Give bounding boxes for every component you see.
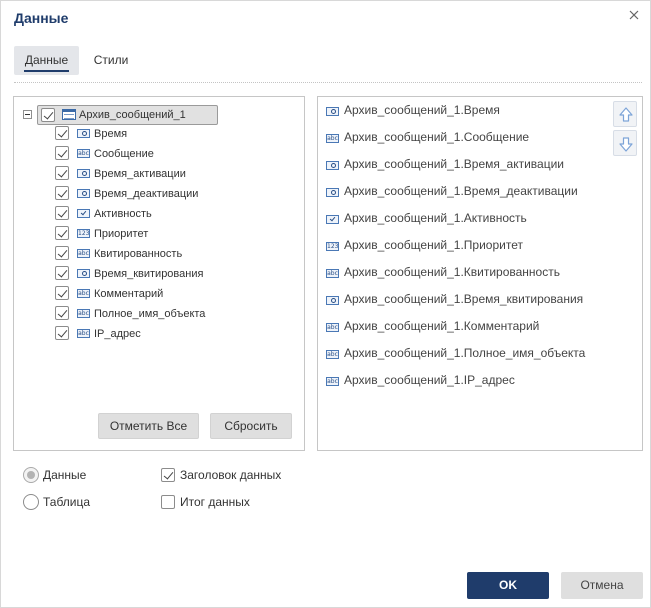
- text-type-icon: abc: [326, 269, 339, 278]
- clock-type-icon: [77, 189, 90, 198]
- tree-item-checkbox[interactable]: [55, 206, 69, 220]
- tree-item-checkbox[interactable]: [55, 286, 69, 300]
- tree-item-checkbox[interactable]: [55, 306, 69, 320]
- text-type-icon: abc: [326, 377, 339, 386]
- tab-styles-label: Стили: [93, 53, 129, 67]
- selected-field-row[interactable]: Архив_сообщений_1.Время_квитирования: [318, 292, 603, 312]
- selected-fields-panel: Архив_сообщений_1.Времяabc Архив_сообщени…: [317, 96, 643, 451]
- data-header-checkbox[interactable]: [161, 468, 175, 482]
- text-type-icon: abc: [77, 309, 90, 318]
- selected-field-label: Архив_сообщений_1.Время_деактивации: [344, 184, 578, 198]
- tree-item-label[interactable]: Квитированность: [94, 247, 182, 261]
- clock-type-icon: [77, 129, 90, 138]
- tree-root-checkbox[interactable]: [41, 108, 55, 122]
- selected-field-row[interactable]: abc Архив_сообщений_1.IP_адрес: [318, 373, 603, 393]
- collapse-icon[interactable]: [23, 110, 32, 119]
- source-tree-panel: Архив_сообщений_1 Время abc Сообщение Время…: [13, 96, 305, 451]
- selected-field-row[interactable]: Архив_сообщений_1.Время: [318, 103, 603, 123]
- text-type-icon: abc: [326, 323, 339, 332]
- clock-type-icon: [77, 169, 90, 178]
- number-type-icon: 123: [77, 229, 90, 238]
- move-up-button[interactable]: [613, 101, 637, 127]
- reset-button[interactable]: Сбросить: [210, 413, 292, 439]
- active-tab-underline: [24, 70, 69, 72]
- clock-type-icon: [326, 296, 339, 305]
- text-type-icon: abc: [326, 350, 339, 359]
- selected-field-row[interactable]: abc Архив_сообщений_1.Сообщение: [318, 130, 603, 150]
- data-total-checkbox[interactable]: [161, 495, 175, 509]
- tree-root-row[interactable]: Архив_сообщений_1: [37, 105, 218, 125]
- table-icon: [62, 109, 76, 120]
- tree-item-checkbox[interactable]: [55, 166, 69, 180]
- tree-item-label[interactable]: Время_активации: [94, 167, 186, 181]
- selected-field-label: Архив_сообщений_1.Время_активации: [344, 157, 565, 171]
- close-icon[interactable]: [626, 7, 642, 23]
- selected-field-row[interactable]: abc Архив_сообщений_1.Полное_имя_объекта: [318, 346, 603, 366]
- tree-item-checkbox[interactable]: [55, 226, 69, 240]
- radio-table-view[interactable]: [23, 494, 39, 510]
- selected-field-row[interactable]: Архив_сообщений_1.Время_активации: [318, 157, 603, 177]
- selected-field-label: Архив_сообщений_1.Приоритет: [344, 238, 523, 252]
- tree-item-checkbox[interactable]: [55, 126, 69, 140]
- tree-item-checkbox[interactable]: [55, 326, 69, 340]
- checkmark-type-icon: [77, 209, 90, 218]
- radio-data-view-label: Данные: [43, 468, 87, 482]
- tree-root-label: Архив_сообщений_1: [79, 109, 186, 121]
- tree-item-label[interactable]: Приоритет: [94, 227, 148, 241]
- selected-field-label: Архив_сообщений_1.Полное_имя_объекта: [344, 346, 586, 360]
- selected-field-label: Архив_сообщений_1.Время_квитирования: [344, 292, 584, 306]
- text-type-icon: abc: [326, 134, 339, 143]
- move-down-button[interactable]: [613, 130, 637, 156]
- number-type-icon: 123: [326, 242, 339, 251]
- clock-type-icon: [77, 269, 90, 278]
- text-type-icon: abc: [77, 149, 90, 158]
- arrow-down-icon: [619, 137, 633, 152]
- selected-field-label: Архив_сообщений_1.Время: [344, 103, 500, 117]
- radio-table-view-label: Таблица: [43, 495, 91, 509]
- dialog-title: Данные: [14, 10, 69, 26]
- selected-field-label: Архив_сообщений_1.Квитированность: [344, 265, 560, 279]
- selected-field-row[interactable]: Архив_сообщений_1.Время_деактивации: [318, 184, 603, 204]
- tree-item-label[interactable]: Время_квитирования: [94, 267, 203, 281]
- selected-field-label: Архив_сообщений_1.Комментарий: [344, 319, 540, 333]
- cancel-button[interactable]: Отмена: [561, 572, 643, 599]
- selected-field-label: Архив_сообщений_1.Сообщение: [344, 130, 530, 144]
- data-header-label: Заголовок данных: [180, 468, 282, 482]
- selected-field-row[interactable]: abc Архив_сообщений_1.Квитированность: [318, 265, 603, 285]
- tree-item-label[interactable]: Время_деактивации: [94, 187, 198, 201]
- data-total-label: Итог данных: [180, 495, 250, 509]
- tree-item-checkbox[interactable]: [55, 146, 69, 160]
- radio-data-view[interactable]: [23, 467, 39, 483]
- text-type-icon: abc: [77, 249, 90, 258]
- tab-data[interactable]: Данные: [14, 46, 79, 75]
- clock-type-icon: [326, 188, 339, 197]
- clock-type-icon: [326, 161, 339, 170]
- selected-field-label: Архив_сообщений_1.IP_адрес: [344, 373, 515, 387]
- selected-field-row[interactable]: 123 Архив_сообщений_1.Приоритет: [318, 238, 603, 258]
- arrow-up-icon: [619, 107, 633, 122]
- tab-divider: [14, 82, 642, 83]
- tree-item-checkbox[interactable]: [55, 246, 69, 260]
- tree-item-checkbox[interactable]: [55, 186, 69, 200]
- select-all-button[interactable]: Отметить Все: [98, 413, 199, 439]
- ok-button[interactable]: OK: [467, 572, 549, 599]
- selected-field-row[interactable]: abc Архив_сообщений_1.Комментарий: [318, 319, 603, 339]
- tree-item-label[interactable]: Время: [94, 127, 127, 141]
- tree-item-label[interactable]: Сообщение: [94, 147, 154, 161]
- data-dialog: Данные Данные Стили Архив_сообщений_1 Вр…: [0, 0, 651, 608]
- selected-field-label: Архив_сообщений_1.Активность: [344, 211, 527, 225]
- checkmark-type-icon: [326, 215, 339, 224]
- selected-field-row[interactable]: Архив_сообщений_1.Активность: [318, 211, 603, 231]
- tree-item-label[interactable]: Активность: [94, 207, 152, 221]
- clock-type-icon: [326, 107, 339, 116]
- tab-data-label: Данные: [24, 53, 69, 67]
- tab-styles[interactable]: Стили: [86, 46, 136, 75]
- tree-item-label[interactable]: Комментарий: [94, 287, 163, 301]
- tree-item-checkbox[interactable]: [55, 266, 69, 280]
- tree-item-label[interactable]: IP_адрес: [94, 327, 141, 341]
- text-type-icon: abc: [77, 289, 90, 298]
- text-type-icon: abc: [77, 329, 90, 338]
- tree-item-label[interactable]: Полное_имя_объекта: [94, 307, 205, 321]
